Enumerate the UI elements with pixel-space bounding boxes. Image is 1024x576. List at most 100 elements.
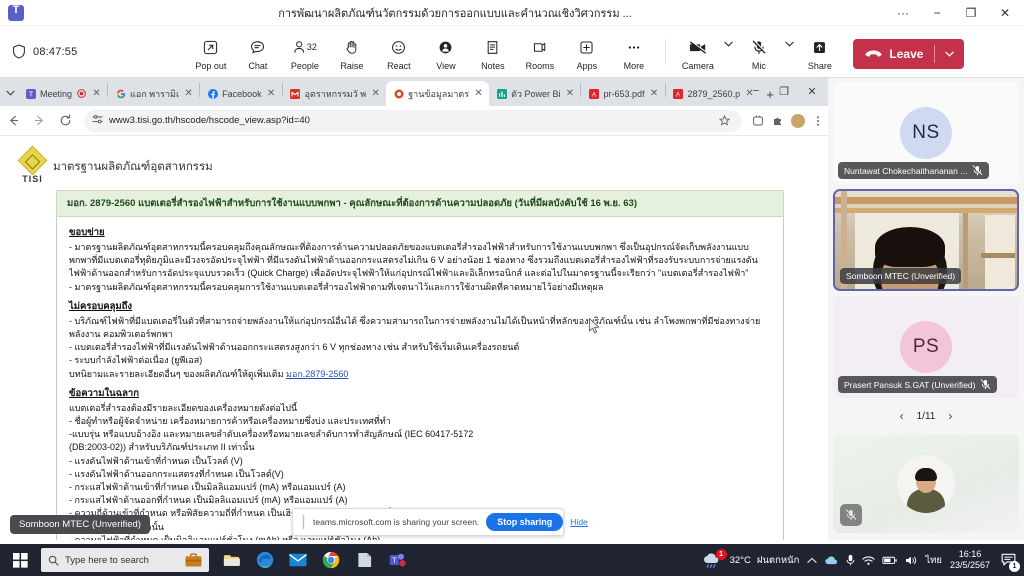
wifi-icon[interactable] — [862, 555, 875, 566]
tab-close-icon[interactable]: ✕ — [91, 88, 102, 99]
notepad-icon[interactable] — [349, 545, 379, 575]
standard-reference-link[interactable]: มอก.2879-2560 — [286, 369, 348, 379]
battery-icon[interactable] — [882, 556, 898, 565]
window-more-button[interactable]: ··· — [886, 1, 920, 25]
browser-tab-powerbi[interactable]: ตัว Power Bi ✕ — [489, 81, 580, 106]
mic-icon[interactable] — [846, 554, 855, 566]
standard-body: ขอบข่าย - มาตรฐานผลิตภัณฑ์อุตสาหกรรมนี้ค… — [56, 217, 784, 540]
toast-drag-handle[interactable] — [301, 515, 306, 529]
window-minimize-button[interactable]: − — [920, 1, 954, 25]
breakout-rooms-button[interactable]: Rooms — [516, 32, 563, 71]
gmail-icon — [290, 88, 301, 99]
doc-line: (DB:2003-02)) สำหรับบริภัณฑ์ประเภท II เท… — [69, 442, 255, 453]
pop-out-label: Pop out — [195, 61, 227, 71]
browser-close-button[interactable]: ✕ — [798, 79, 826, 103]
leave-options-chevron-down-icon[interactable] — [942, 51, 956, 57]
extension-icon[interactable] — [768, 110, 788, 132]
reload-icon[interactable] — [52, 108, 78, 134]
breakout-rooms-icon — [532, 36, 547, 58]
address-bar[interactable]: www3.tisi.go.th/hscode/hscode_view.asp?i… — [84, 109, 742, 132]
section-heading-label-text: ข้อความในฉลาก — [69, 387, 139, 399]
tab-title: ตัว Power Bi — [511, 88, 561, 99]
view-button[interactable]: View — [422, 32, 469, 71]
tab-close-icon[interactable]: ✕ — [266, 88, 277, 99]
chat-button[interactable]: Chat — [234, 32, 281, 71]
browser-tab-facebook[interactable]: Facebook ✕ — [200, 81, 282, 106]
star-icon[interactable] — [714, 110, 734, 132]
more-button[interactable]: More — [610, 32, 657, 71]
file-explorer-icon[interactable] — [217, 545, 247, 575]
windows-taskbar: Type here to search T 1 32°C ฝนตกหนัก ไท… — [0, 544, 1024, 576]
browser-minimize-button[interactable]: − — [742, 79, 770, 103]
stop-sharing-button[interactable]: Stop sharing — [486, 513, 564, 531]
roster-prev-icon[interactable]: ‹ — [900, 409, 904, 423]
microsoft-edge-icon[interactable] — [250, 545, 280, 575]
tab-close-icon[interactable]: ✕ — [473, 88, 484, 99]
tune-icon[interactable] — [92, 112, 103, 130]
onedrive-icon[interactable] — [824, 555, 839, 565]
browser-tab-meeting[interactable]: T Meeting ✕ — [18, 81, 107, 106]
share-screen-button[interactable]: Share — [796, 32, 843, 71]
web-page-content: TISI มาตรฐานผลิตภัณฑ์อุตสาหกรรม มอก. 287… — [0, 136, 828, 540]
camera-options-chevron-down-icon[interactable] — [721, 33, 735, 55]
back-icon[interactable] — [0, 108, 26, 134]
doc-line: -แบบรุ่น หรือแบบอ้างอิง และหมายเลขลำดับเ… — [69, 429, 474, 440]
tab-close-icon[interactable]: ✕ — [183, 88, 194, 99]
participant-tile-nuntawat[interactable]: NS Nuntawat Chokechaithananan ... — [833, 82, 1019, 184]
react-button[interactable]: React — [375, 32, 422, 71]
tab-close-icon[interactable]: ✕ — [649, 88, 660, 99]
apps-plus-icon — [579, 36, 594, 58]
self-video-tile[interactable] — [833, 435, 1019, 533]
kebab-menu-icon[interactable] — [808, 110, 828, 132]
taskbar-apps: T — [217, 545, 412, 575]
browser-tab-gmail[interactable]: อุตราหกรรมวั พ ✕ — [283, 81, 387, 106]
pop-out-button[interactable]: Pop out — [187, 32, 234, 71]
windows-start-icon[interactable] — [0, 544, 40, 576]
svg-text:T: T — [392, 556, 397, 565]
apps-button[interactable]: Apps — [563, 32, 610, 71]
participant-tile-prasert[interactable]: PS Prasert Pansuk S.GAT (Unverified) — [833, 296, 1019, 398]
taskbar-clock[interactable]: 16:16 23/5/2567 — [950, 549, 990, 571]
tab-close-icon[interactable]: ✕ — [370, 88, 381, 99]
notification-center-icon[interactable]: 1 — [998, 550, 1020, 572]
mic-options-chevron-down-icon[interactable] — [782, 33, 796, 55]
participant-tile-somboon-video[interactable]: Somboon MTEC (Unverified) — [833, 189, 1019, 291]
self-mic-off-icon — [840, 504, 862, 526]
raise-hand-button[interactable]: Raise — [328, 32, 375, 71]
taskbar-search-input[interactable]: Type here to search — [41, 548, 209, 572]
cast-icon[interactable] — [748, 110, 768, 132]
window-maximize-button[interactable]: ❐ — [954, 1, 988, 25]
more-label: More — [623, 61, 645, 71]
participants-roster: NS Nuntawat Chokechaithananan ... Somboo… — [828, 78, 1024, 540]
more-ellipsis-icon — [626, 36, 642, 58]
facebook-icon — [207, 88, 218, 99]
forward-icon[interactable] — [26, 108, 52, 134]
omnibox-actions — [714, 110, 734, 132]
hide-toast-button[interactable]: Hide — [570, 517, 587, 527]
camera-toggle-button[interactable]: Camera — [674, 32, 721, 71]
mic-toggle-button[interactable]: Mic — [735, 32, 782, 71]
browser-tab-google[interactable]: แอก พารามิเ ✕ — [108, 81, 199, 106]
browser-tab-pdf-1[interactable]: A pr-653.pdf ✕ — [581, 81, 664, 106]
tisi-diamond-mark — [17, 145, 48, 176]
browser-tab-tisi-active[interactable]: ฐานข้อมูลมาตร ✕ — [386, 81, 490, 106]
weather-widget[interactable]: 1 32°C ฝนตกหนัก — [703, 548, 799, 569]
google-chrome-icon[interactable] — [316, 545, 346, 575]
chevron-up-icon[interactable] — [807, 557, 817, 564]
weather-alert-badge: 1 — [715, 548, 727, 560]
volume-icon[interactable] — [905, 555, 918, 566]
browser-maximize-button[interactable]: ❐ — [770, 79, 798, 103]
microsoft-teams-icon[interactable]: T — [382, 545, 412, 575]
roster-next-icon[interactable]: › — [948, 409, 952, 423]
tab-close-icon[interactable]: ✕ — [564, 88, 575, 99]
leave-meeting-button[interactable]: Leave — [853, 39, 965, 69]
mail-icon[interactable] — [283, 545, 313, 575]
people-button[interactable]: 32 People — [281, 32, 328, 71]
tab-search-chevron-down-icon[interactable] — [2, 80, 18, 106]
profile-avatar-icon[interactable] — [788, 110, 808, 132]
leave-separator — [934, 45, 936, 63]
roster-pager: ‹ 1/11 › — [833, 403, 1019, 429]
notes-button[interactable]: Notes — [469, 32, 516, 71]
language-indicator[interactable]: ไทย — [925, 553, 942, 568]
window-close-button[interactable]: ✕ — [988, 1, 1022, 25]
